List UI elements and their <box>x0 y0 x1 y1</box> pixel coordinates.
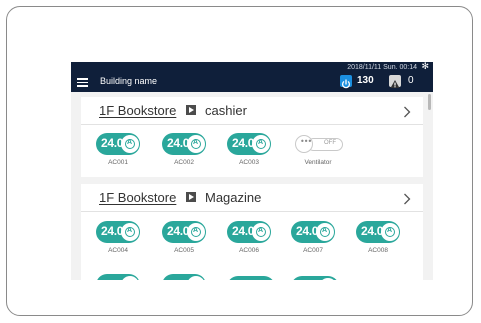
ac-unit-pill[interactable]: 24.0 ° A <box>96 133 140 155</box>
ac-unit-pill[interactable] <box>162 274 206 280</box>
toggle-knob[interactable] <box>319 278 337 280</box>
ac-unit[interactable]: 24.0 ° A AC003 <box>227 133 271 173</box>
triangle-right-icon <box>186 192 196 202</box>
scrollbar[interactable] <box>428 94 431 110</box>
date-time: 2018/11/11 Sun. 00:14 <box>347 64 417 71</box>
temperature-value: 24.0 <box>232 136 255 150</box>
unit-label: AC005 <box>174 247 194 254</box>
group-card: 1F Bookstore Magazine 24.0 ° A AC004 <box>81 184 423 280</box>
alert-count: 0 <box>408 75 414 86</box>
ac-unit[interactable]: 24.0 ° A AC007 <box>291 221 335 261</box>
top-bar: Building name 2018/11/11 Sun. 00:14 ✻ 13… <box>71 62 433 92</box>
group-header[interactable]: 1F Bookstore Magazine <box>81 184 423 212</box>
power-icon[interactable] <box>340 75 352 89</box>
ac-unit-pill[interactable]: 24.0 ° A <box>162 221 206 243</box>
ac-unit[interactable]: 24.0 ° A AC008 <box>356 221 400 261</box>
group-location[interactable]: 1F Bookstore <box>99 190 176 205</box>
ac-unit-pill[interactable]: 24.0 ° A <box>291 221 335 243</box>
unit-label: AC001 <box>108 159 128 166</box>
temperature-value: 24.0 <box>296 224 319 238</box>
temperature-value: 24.0 <box>232 224 255 238</box>
ventilator-unit[interactable]: OFF ••• Ventilator <box>289 133 347 173</box>
auto-mode-icon[interactable]: A <box>187 223 205 241</box>
ellipsis-icon[interactable]: ••• <box>295 135 313 153</box>
ac-unit-pill[interactable] <box>227 276 275 280</box>
ac-unit[interactable]: 24.0 ° A AC004 <box>96 221 140 261</box>
auto-mode-icon[interactable]: A <box>121 135 139 153</box>
ac-unit-pill[interactable]: 24.0 ° A <box>227 133 271 155</box>
tablet-frame: Building name 2018/11/11 Sun. 00:14 ✻ 13… <box>6 6 473 316</box>
temperature-value: 24.0 <box>361 224 384 238</box>
auto-mode-icon[interactable]: A <box>316 223 334 241</box>
app-screen: Building name 2018/11/11 Sun. 00:14 ✻ 13… <box>71 62 433 280</box>
ac-unit-pill[interactable]: 24.0 ° A <box>162 133 206 155</box>
ac-unit[interactable]: 24.0 ° A AC005 <box>162 221 206 261</box>
unit-label: AC007 <box>303 247 323 254</box>
auto-mode-icon[interactable]: A <box>252 135 270 153</box>
building-name[interactable]: Building name <box>100 76 157 86</box>
chevron-right-icon[interactable] <box>403 103 411 122</box>
group-location[interactable]: 1F Bookstore <box>99 103 176 118</box>
hamburger-menu-icon[interactable] <box>77 78 88 87</box>
unit-label: AC008 <box>368 247 388 254</box>
triangle-right-icon <box>186 105 196 115</box>
ventilator-toggle[interactable]: OFF ••• <box>295 135 343 153</box>
auto-mode-icon[interactable] <box>187 276 205 280</box>
power-on-count: 130 <box>357 75 374 86</box>
temperature-value: 24.0 <box>167 136 190 150</box>
warning-icon[interactable] <box>389 75 401 88</box>
unit-label: AC003 <box>239 159 259 166</box>
group-header[interactable]: 1F Bookstore cashier <box>81 97 423 125</box>
auto-mode-icon[interactable]: A <box>252 223 270 241</box>
chevron-right-icon[interactable] <box>403 190 411 209</box>
ac-unit-pill[interactable]: 24.0 ° A <box>96 221 140 243</box>
auto-mode-icon[interactable]: A <box>121 223 139 241</box>
ac-unit-pill[interactable] <box>96 274 140 280</box>
unit-label: AC004 <box>108 247 128 254</box>
gear-icon[interactable]: ✻ <box>421 63 429 72</box>
ac-unit-pill[interactable]: 24.0 ° A <box>356 221 400 243</box>
ac-unit[interactable]: 24.0 ° A AC002 <box>162 133 206 173</box>
ac-unit-pill[interactable]: 24.0 ° A <box>227 221 271 243</box>
auto-mode-icon[interactable]: A <box>381 223 399 241</box>
auto-mode-icon[interactable] <box>121 276 139 280</box>
toggle-state: OFF <box>324 140 336 146</box>
temperature-value: 24.0 <box>101 136 124 150</box>
ac-unit[interactable]: 24.0 ° A AC006 <box>227 221 271 261</box>
auto-mode-icon[interactable]: A <box>187 135 205 153</box>
unit-label: Ventilator <box>304 159 332 166</box>
group-card: 1F Bookstore cashier 24.0 ° A AC001 <box>81 97 423 177</box>
ac-unit[interactable]: 24.0 ° A AC001 <box>96 133 140 173</box>
group-area: Magazine <box>205 190 262 205</box>
ac-unit-pill[interactable] <box>291 276 339 280</box>
unit-label: AC002 <box>174 159 194 166</box>
temperature-value: 24.0 <box>167 224 190 238</box>
group-area: cashier <box>205 103 247 118</box>
temperature-value: 24.0 <box>101 224 124 238</box>
unit-label: AC006 <box>239 247 259 254</box>
